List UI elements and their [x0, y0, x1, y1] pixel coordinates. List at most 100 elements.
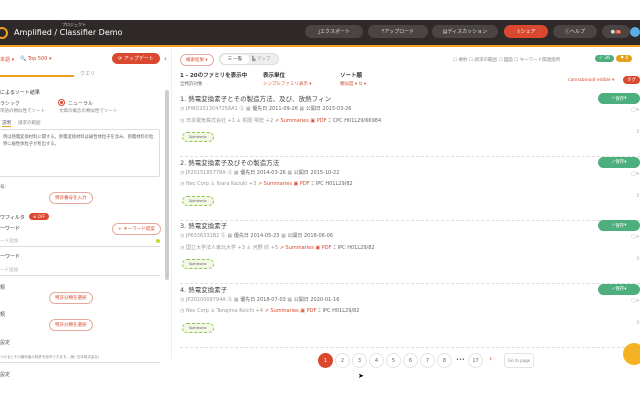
tag-chip[interactable]: Spintronic: [182, 132, 214, 142]
neural-option[interactable]: ニューラル: [68, 100, 93, 107]
notifications-button[interactable]: ● 76: [602, 25, 630, 38]
exclude-keyword-input[interactable]: ード追加: [0, 267, 160, 276]
checkbox-keywords[interactable]: ☐ キーワード関連箇所: [514, 58, 560, 63]
chat-button[interactable]: [623, 343, 640, 365]
assignee[interactable]: 国立大学法人東北大学 +3: [186, 245, 245, 251]
patent-number[interactable]: JPWO2013047256A1: [186, 106, 238, 112]
save-button[interactable]: ✓ 保存 ▾: [598, 220, 640, 231]
page-button[interactable]: 1: [318, 353, 333, 368]
exclude-classification-button[interactable]: 特許分類を選択: [49, 319, 93, 331]
patent-number[interactable]: JP6336331B2: [186, 233, 219, 239]
saved-count-badge[interactable]: ✓ 36: [595, 55, 614, 62]
map-view-button[interactable]: ▙ マップ: [252, 55, 270, 64]
filter-toggle[interactable]: ⊗ OFF: [29, 213, 49, 220]
page-button[interactable]: 3: [352, 353, 367, 368]
classification-code[interactable]: IPC H01L29/82: [323, 308, 360, 314]
result-item: 2. 熱電変換素子及びその製造方法 ◷ JP2015185778A Ⓢ ▦ 優先…: [180, 157, 640, 221]
page-button[interactable]: 2: [335, 353, 350, 368]
app-title[interactable]: Amplified / Classifier Demoプロジェクト: [14, 28, 122, 37]
summaries-link[interactable]: ⇗ Summaries: [265, 308, 299, 314]
list-view-button[interactable]: ☰ 一覧: [221, 55, 249, 64]
next-page-icon[interactable]: ›: [489, 354, 492, 363]
keyword-suggest-button[interactable]: + キーワード提案: [112, 223, 161, 235]
page-button[interactable]: 4: [369, 353, 384, 368]
pdf-link[interactable]: ▣ PDF: [294, 181, 310, 187]
result-title[interactable]: 4. 熱電変換素子: [180, 284, 227, 294]
tab-description[interactable]: 説明: [2, 120, 11, 127]
assignee[interactable]: Nec Corp: [186, 181, 209, 187]
page-button[interactable]: 5: [386, 353, 401, 368]
summaries-link[interactable]: ⇗ Summaries: [275, 118, 309, 124]
patent-number-button[interactable]: 特許番号を入力: [49, 192, 93, 204]
update-button[interactable]: ⟳ アップデート: [112, 53, 160, 64]
classification-button[interactable]: 特許分類を選択: [49, 292, 93, 304]
note-icon[interactable]: ▢+: [631, 171, 640, 177]
inventor[interactable]: Terajima Koichi +4: [217, 308, 263, 314]
page-button[interactable]: 6: [403, 353, 418, 368]
page-button[interactable]: 17: [468, 353, 483, 368]
pdf-link[interactable]: ▣ PDF: [310, 118, 326, 124]
patent-number[interactable]: JP2015185778A: [186, 170, 226, 176]
avatar[interactable]: [630, 27, 640, 37]
inventor[interactable]: Ihara Kazuki +3: [217, 181, 257, 187]
pdf-link[interactable]: ▣ PDF: [300, 308, 316, 314]
save-button[interactable]: ✓ 保存 ▾: [598, 284, 640, 295]
scrollbar[interactable]: [165, 90, 169, 280]
display-options: ☐ 要約 ☐ 請求の範囲 ☐ 図面 ☐ キーワード関連箇所: [453, 57, 560, 63]
goto-page-input[interactable]: Go to page: [504, 353, 534, 368]
checkbox-claims[interactable]: ☐ 請求の範囲: [469, 58, 497, 63]
flag-count-badge[interactable]: ⚑ 0: [616, 55, 632, 62]
top-dropdown[interactable]: 🔍 Top 500 ▾: [20, 56, 52, 62]
upload-button[interactable]: ⤒ アップロード: [368, 25, 428, 38]
tag-chip[interactable]: Spintronic: [182, 323, 214, 333]
tab-query[interactable]: クエリ: [80, 70, 95, 77]
save-button[interactable]: ✓ 保存 ▾: [598, 93, 640, 104]
share-icon[interactable]: ⇬: [636, 320, 640, 326]
assignee[interactable]: 日本電気株式会社 +1: [186, 118, 235, 124]
pdf-link[interactable]: ▣ PDF: [315, 245, 331, 251]
discussion-button[interactable]: ▤ ディスカッション: [432, 25, 498, 38]
collapse-icon[interactable]: ‹: [164, 55, 167, 63]
inventor[interactable]: 河野 欣 +5: [253, 245, 279, 251]
tab-claims[interactable]: 請求の範囲: [18, 120, 41, 126]
save-button[interactable]: ✓ 保存 ▾: [598, 157, 640, 168]
assignee[interactable]: Nec Corp: [186, 308, 209, 314]
share-button[interactable]: ⇪ シェア: [504, 25, 548, 38]
checkbox-abstract[interactable]: ☐ 要約: [453, 58, 467, 63]
share-icon[interactable]: ⇬: [636, 129, 640, 135]
export-button[interactable]: ⤓ エクスポート: [305, 25, 363, 38]
tag-filter-dropdown[interactable]: cannabinoid edible ▾: [568, 78, 614, 83]
result-title[interactable]: 2. 熱電変換素子及びその製造方法: [180, 157, 279, 167]
note-icon[interactable]: ▢+: [631, 107, 640, 113]
tag-button[interactable]: タグ: [623, 76, 640, 84]
patent-number[interactable]: JP2020009794A: [186, 297, 226, 303]
classic-option[interactable]: ラシック: [0, 100, 20, 107]
classification-code[interactable]: IPC H01L29/82: [316, 181, 353, 187]
unit-dropdown[interactable]: シンプルファミリ表示 ▾: [263, 81, 312, 87]
share-icon[interactable]: ⇬: [636, 193, 640, 199]
classification-code[interactable]: CPC H01L29/66984: [333, 118, 381, 124]
sort-dropdown[interactable]: 類似度 ▾ ⇅ ▾: [340, 81, 366, 87]
note-icon[interactable]: ▢+: [631, 298, 640, 304]
inventor[interactable]: 桐原 明宏 +2: [243, 118, 274, 124]
tag-chip[interactable]: Spintronic: [182, 259, 214, 269]
keyword-input[interactable]: ード追加: [0, 238, 160, 247]
summaries-link[interactable]: ⇗ Summaries: [280, 245, 314, 251]
page-button[interactable]: 8: [437, 353, 452, 368]
exclude-classification-label: 類: [0, 311, 5, 318]
checkbox-drawings[interactable]: ☐ 図面: [498, 58, 512, 63]
results-dropdown[interactable]: 検索結果 ▾: [180, 54, 214, 66]
query-textarea[interactable]: 明は熱電変換材料に関する。熱電変換材料は磁性体粒子を含み、熱電材料の粒界に磁性体…: [0, 129, 160, 177]
result-title[interactable]: 1. 熱電変換素子とその製造方法、及び、放熱フィン: [180, 93, 331, 103]
result-title[interactable]: 3. 熱電変換素子: [180, 220, 227, 230]
tag-chip[interactable]: Spintronic: [182, 196, 214, 206]
classification-code[interactable]: IPC H01L29/82: [338, 245, 375, 251]
summaries-link[interactable]: ⇗ Summaries: [258, 181, 292, 187]
note-icon[interactable]: ▢+: [631, 234, 640, 240]
help-button[interactable]: ⓘ ヘルプ: [553, 25, 597, 38]
page-button[interactable]: 7: [420, 353, 435, 368]
language-dropdown[interactable]: 本語 ▾: [0, 56, 14, 63]
share-icon[interactable]: ⇬: [636, 256, 640, 262]
assignee-hint[interactable]: つけるとその権利者の特許を除外できます。(例: 日本株式会社): [0, 355, 160, 363]
neural-radio[interactable]: [58, 99, 65, 106]
